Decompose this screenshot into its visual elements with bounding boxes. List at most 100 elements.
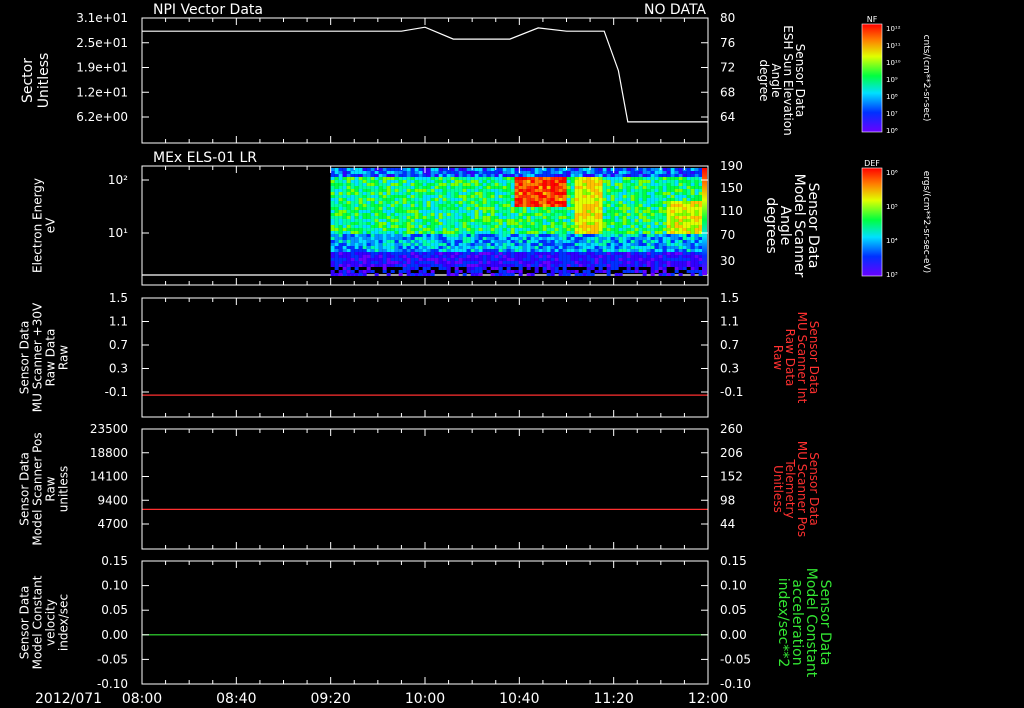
y-tick-label-right: 0.7	[720, 338, 739, 352]
spectrogram-cell	[526, 264, 531, 267]
spectrogram-cell	[542, 189, 547, 192]
spectrogram-cell	[382, 255, 387, 258]
spectrogram-cell	[634, 198, 639, 201]
spectrogram-cell	[354, 201, 359, 204]
spectrogram-cell	[346, 270, 351, 273]
spectrogram-cell	[490, 231, 495, 234]
spectrogram-cell	[330, 183, 335, 186]
spectrogram-cell	[686, 234, 691, 237]
spectrogram-cell	[674, 264, 679, 267]
spectrogram-cell	[526, 231, 531, 234]
spectrogram-cell	[578, 258, 583, 261]
spectrogram-cell	[662, 207, 667, 210]
spectrogram-cell	[614, 171, 619, 174]
spectrogram-cell	[626, 174, 631, 177]
spectrogram-cell	[490, 189, 495, 192]
spectrogram-cell	[602, 240, 607, 243]
spectrogram-cell	[494, 213, 499, 216]
spectrogram-cell	[694, 180, 699, 183]
spectrogram-cell	[350, 219, 355, 222]
spectrogram-cell	[526, 198, 531, 201]
spectrogram-cell	[594, 177, 599, 180]
spectrogram-cell	[678, 243, 683, 246]
spectrogram-cell	[406, 168, 411, 171]
spectrogram-cell	[538, 177, 543, 180]
spectrogram-cell	[654, 201, 659, 204]
spectrogram-cell	[570, 213, 575, 216]
spectrogram-cell	[462, 222, 467, 225]
spectrogram-cell	[522, 189, 527, 192]
y-tick-label-right: 0.05	[720, 603, 747, 617]
spectrogram-cell	[522, 234, 527, 237]
spectrogram-cell	[634, 171, 639, 174]
spectrogram-cell	[686, 225, 691, 228]
spectrogram-cell	[582, 216, 587, 219]
spectrogram-cell	[546, 204, 551, 207]
spectrogram-cell	[526, 240, 531, 243]
spectrogram-cell	[530, 213, 535, 216]
spectrogram-cell	[666, 255, 671, 258]
spectrogram-cell	[414, 177, 419, 180]
spectrogram-cell	[354, 204, 359, 207]
spectrogram-cell	[618, 222, 623, 225]
spectrogram-cell	[342, 204, 347, 207]
y-tick-label-right: 80	[720, 11, 735, 25]
spectrogram-cell	[398, 207, 403, 210]
spectrogram-cell	[386, 225, 391, 228]
spectrogram-cell	[630, 180, 635, 183]
spectrogram-cell	[566, 210, 571, 213]
spectrogram-cell	[630, 243, 635, 246]
spectrogram-cell	[442, 189, 447, 192]
spectrogram-cell	[370, 171, 375, 174]
spectrogram-cell	[494, 204, 499, 207]
spectrogram-cell	[418, 168, 423, 171]
spectrogram-cell	[638, 237, 643, 240]
spectrogram-cell	[598, 192, 603, 195]
spectrogram-cell	[446, 171, 451, 174]
spectrogram-cell	[498, 234, 503, 237]
spectrogram-cell	[490, 204, 495, 207]
spectrogram-cell	[478, 267, 483, 270]
spectrogram-cell	[602, 177, 607, 180]
spectrogram-cell	[454, 234, 459, 237]
spectrogram-cell	[694, 174, 699, 177]
spectrogram-cell	[398, 264, 403, 267]
spectrogram-cell	[554, 237, 559, 240]
spectrogram-cell	[546, 216, 551, 219]
spectrogram-cell	[606, 180, 611, 183]
spectrogram-cell	[390, 240, 395, 243]
spectrogram-cell	[506, 252, 511, 255]
spectrogram-cell	[594, 171, 599, 174]
spectrogram-cell	[418, 195, 423, 198]
spectrogram-cell	[454, 243, 459, 246]
spectrogram-cell	[390, 222, 395, 225]
spectrogram-cell	[662, 180, 667, 183]
spectrogram-cell	[638, 270, 643, 273]
spectrogram-cell	[682, 171, 687, 174]
spectrogram-cell	[554, 177, 559, 180]
spectrogram-cell	[642, 216, 647, 219]
spectrogram-cell	[498, 231, 503, 234]
colorbar	[861, 167, 883, 277]
spectrogram-cell	[498, 216, 503, 219]
left-axis-label: Raw Data	[44, 329, 58, 387]
spectrogram-cell	[358, 261, 363, 264]
spectrogram-cell	[578, 237, 583, 240]
spectrogram-cell	[466, 174, 471, 177]
spectrogram-cell	[506, 177, 511, 180]
spectrogram-cell	[686, 213, 691, 216]
spectrogram-cell	[582, 186, 587, 189]
spectrogram-cell	[478, 219, 483, 222]
spectrogram-cell	[474, 207, 479, 210]
spectrogram-cell	[538, 264, 543, 267]
spectrogram-cell	[494, 231, 499, 234]
spectrogram-cell	[458, 192, 463, 195]
spectrogram-cell	[634, 261, 639, 264]
spectrogram-cell	[486, 255, 491, 258]
spectrogram-cell	[362, 252, 367, 255]
spectrogram-cell	[382, 228, 387, 231]
spectrogram-cell	[630, 201, 635, 204]
spectrogram-cell	[502, 261, 507, 264]
spectrogram-cell	[574, 213, 579, 216]
spectrogram-cell	[658, 261, 663, 264]
